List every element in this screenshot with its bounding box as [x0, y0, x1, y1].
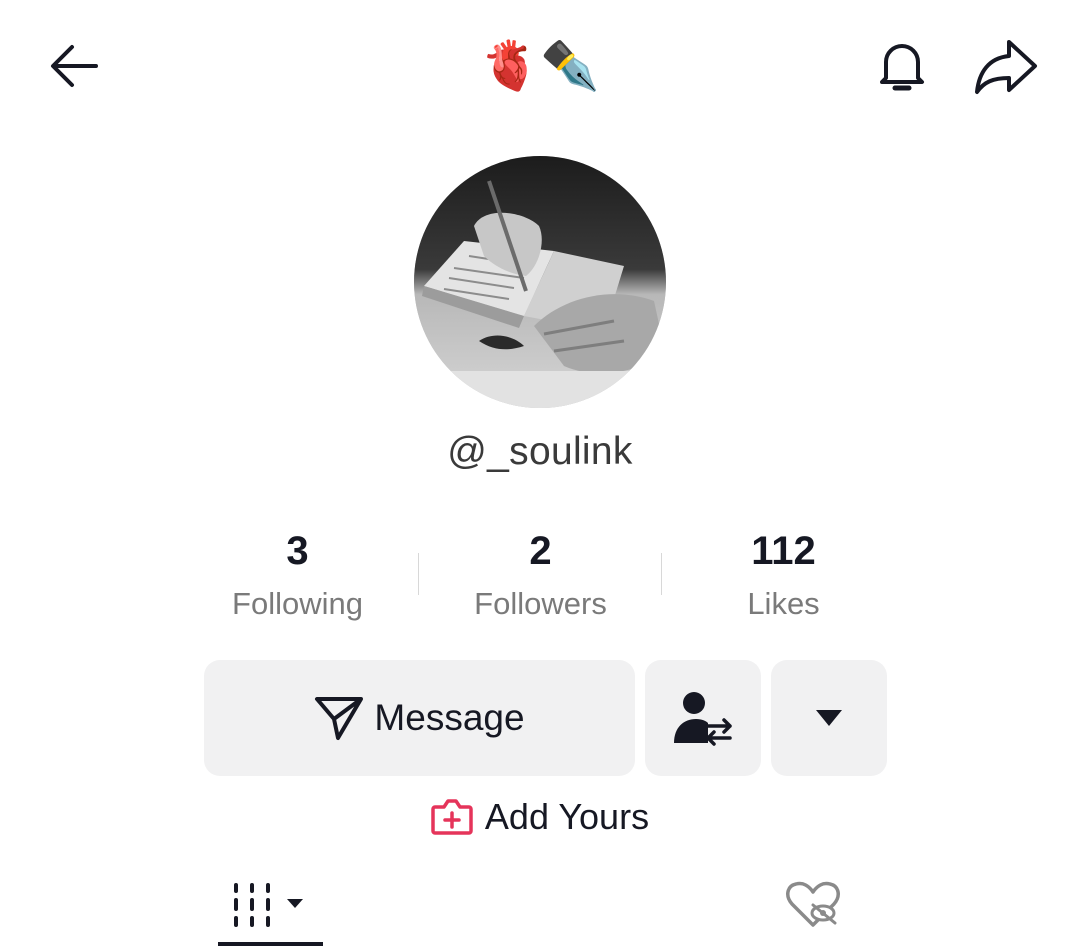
profile-page: 🫀✒️ @_soulink 3 Following 2 Followers 11…: [0, 0, 1080, 947]
followers-count: 2: [529, 529, 552, 573]
send-icon: [315, 697, 364, 740]
avatar[interactable]: [414, 156, 666, 408]
follow-back-button[interactable]: [645, 660, 761, 776]
likes-count: 112: [751, 529, 816, 573]
more-options-button[interactable]: [771, 660, 887, 776]
stat-followers[interactable]: 2 Followers: [419, 526, 662, 624]
followers-label: Followers: [474, 586, 607, 621]
avatar-image: [414, 156, 666, 408]
following-count: 3: [286, 529, 309, 573]
add-yours-button[interactable]: Add Yours: [0, 796, 1080, 838]
share-arrow-icon: [975, 40, 1037, 94]
share-button[interactable]: [966, 26, 1046, 106]
tab-videos[interactable]: [218, 862, 323, 947]
add-yours-label: Add Yours: [484, 796, 650, 837]
camera-plus-icon: [431, 799, 473, 835]
stat-likes[interactable]: 112 Likes: [662, 526, 905, 624]
hidden-heart-icon: [785, 881, 840, 927]
message-label: Message: [374, 697, 525, 738]
caret-down-icon: [816, 710, 842, 726]
username: @_soulink: [447, 430, 633, 473]
stat-following[interactable]: 3 Following: [176, 526, 419, 624]
tab-liked-videos[interactable]: [760, 862, 865, 947]
following-label: Following: [232, 586, 363, 621]
notification-bell-button[interactable]: [862, 26, 942, 106]
bell-icon: [880, 44, 924, 91]
user-swap-icon: [674, 692, 732, 746]
message-button[interactable]: Message: [204, 660, 635, 776]
grid-icon: [233, 882, 303, 927]
likes-label: Likes: [747, 586, 820, 621]
active-tab-indicator: [218, 942, 323, 946]
